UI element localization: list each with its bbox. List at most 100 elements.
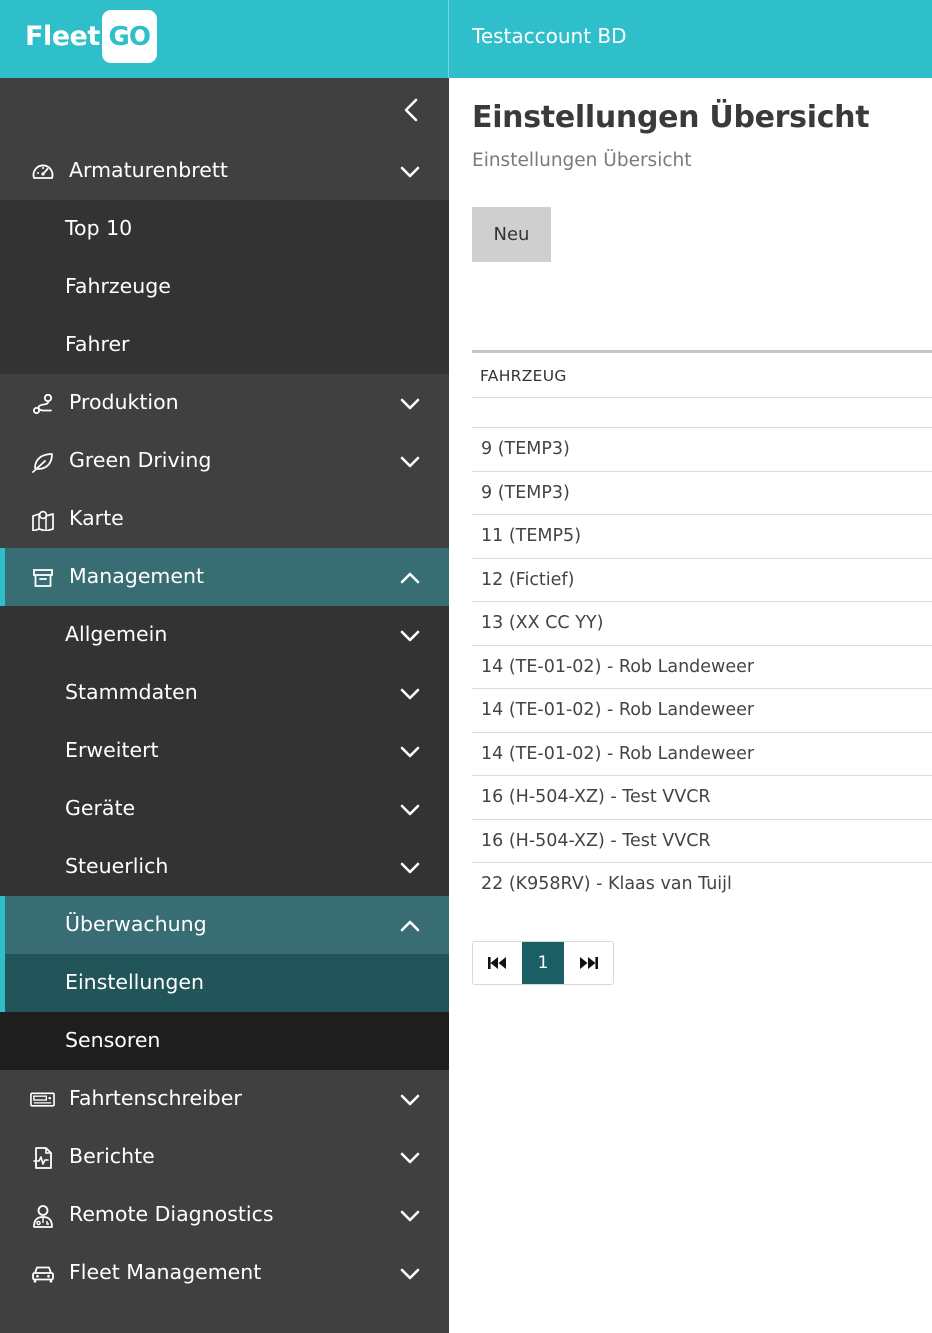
chevron-down-icon (399, 1089, 421, 1111)
table-row[interactable]: 9 (TEMP3) (472, 472, 932, 515)
route-icon (30, 391, 55, 416)
pagination: 1 (472, 941, 614, 985)
table-row[interactable]: 16 (H-504-XZ) - Test VVCR (472, 820, 932, 863)
table-row[interactable]: 9 (TEMP3) (472, 428, 932, 472)
sidebar-collapse-row (0, 78, 449, 142)
sidebar-subitem-stammdaten[interactable]: Stammdaten (0, 664, 449, 722)
sidebar-subitem-label: Steuerlich (65, 854, 169, 878)
sidebar-subitem-label: Einstellungen (65, 970, 204, 994)
vehicle-table: FAHRZEUG 9 (TEMP3) 9 (TEMP3) 11 (TEMP5) … (472, 350, 932, 907)
chevron-up-icon (399, 567, 421, 589)
leaf-icon (30, 449, 55, 474)
sidebar-subitem-einstellungen[interactable]: Einstellungen (0, 954, 449, 1012)
first-page-button[interactable] (473, 942, 522, 984)
table-row[interactable]: 16 (H-504-XZ) - Test VVCR (472, 776, 932, 820)
top-header: Fleet GO Testaccount BD (0, 0, 932, 78)
sidebar-item-label: Produktion (69, 390, 179, 414)
last-page-button[interactable] (564, 942, 613, 984)
table-cell: 9 (TEMP3) (481, 482, 570, 503)
sidebar-subitem-fahrzeuge[interactable]: Fahrzeuge (0, 258, 449, 316)
chevron-down-icon (399, 1147, 421, 1169)
table-cell: 16 (H-504-XZ) - Test VVCR (481, 787, 711, 807)
table-cell: 9 (TEMP3) (481, 439, 570, 459)
chevron-down-icon (399, 857, 421, 879)
page-number-current[interactable]: 1 (521, 942, 565, 984)
sidebar-item-produktion[interactable]: Produktion (0, 374, 449, 432)
table-header-row: FAHRZEUG (472, 353, 932, 398)
archive-icon (30, 565, 55, 590)
sidebar-subitem-label: Fahrer (65, 332, 130, 356)
page-title: Einstellungen Übersicht (472, 100, 870, 135)
table-row[interactable]: 22 (K958RV) - Klaas van Tuijl (472, 863, 932, 907)
table-cell: 16 (H-504-XZ) - Test VVCR (481, 830, 711, 851)
table-row[interactable]: 14 (TE-01-02) - Rob Landeweer (472, 689, 932, 733)
sidebar-item-label: Management (69, 564, 205, 588)
sidebar-subitem-allgemein[interactable]: Allgemein (0, 606, 449, 664)
sidebar-item-armaturenbrett[interactable]: Armaturenbrett (0, 142, 449, 200)
table-cell: 11 (TEMP5) (481, 526, 582, 546)
sidebar-subitem-sensoren[interactable]: Sensoren (0, 1012, 449, 1070)
sidebar-subitem-label: Stammdaten (65, 680, 198, 704)
sidebar-item-remote-diagnostics[interactable]: Remote Diagnostics (0, 1186, 449, 1244)
chevron-down-icon (399, 799, 421, 821)
chevron-down-icon (399, 683, 421, 705)
table-row[interactable]: 12 (Fictief) (472, 559, 932, 602)
sidebar-subitem-ueberwachung[interactable]: Überwachung (0, 896, 449, 954)
header-divider (448, 0, 449, 78)
technician-icon (30, 1203, 55, 1228)
sidebar-item-label: Berichte (69, 1144, 155, 1168)
table-row[interactable]: 13 (XX CC YY) (472, 602, 932, 646)
sidebar-item-label: Fahrtenschreiber (69, 1086, 242, 1110)
sidebar: Armaturenbrett Top 10 Fahrzeuge Fahrer P… (0, 78, 449, 1333)
sidebar-subitem-label: Top 10 (65, 216, 133, 240)
sidebar-subitem-label: Sensoren (65, 1028, 161, 1052)
last-page-icon (579, 957, 598, 969)
chevron-down-icon (399, 741, 421, 763)
sidebar-subitem-label: Geräte (65, 796, 136, 820)
sidebar-item-berichte[interactable]: Berichte (0, 1128, 449, 1186)
table-cell: 13 (XX CC YY) (481, 613, 604, 633)
report-icon (30, 1145, 55, 1170)
sidebar-subitem-top10[interactable]: Top 10 (0, 200, 449, 258)
sidebar-item-label: Green Driving (69, 448, 212, 472)
table-row[interactable]: 14 (TE-01-02) - Rob Landeweer (472, 733, 932, 776)
speedometer-icon (30, 159, 55, 184)
sidebar-collapse-button[interactable] (398, 96, 424, 124)
sidebar-subitem-label: Allgemein (65, 622, 168, 646)
sidebar-item-management[interactable]: Management (0, 548, 449, 606)
table-cell: 12 (Fictief) (481, 569, 575, 590)
sidebar-subitem-erweitert[interactable]: Erweitert (0, 722, 449, 780)
column-header-fahrzeug[interactable]: FAHRZEUG (480, 367, 567, 385)
chevron-down-icon (399, 161, 421, 183)
sidebar-subitem-steuerlich[interactable]: Steuerlich (0, 838, 449, 896)
table-row[interactable]: 14 (TE-01-02) - Rob Landeweer (472, 646, 932, 689)
sidebar-subitem-label: Erweitert (65, 738, 159, 762)
table-filter-row (472, 398, 932, 428)
logo-badge: GO (101, 10, 157, 63)
sidebar-subitem-label: Überwachung (65, 912, 207, 936)
sidebar-item-fahrtenschreiber[interactable]: Fahrtenschreiber (0, 1070, 449, 1128)
sidebar-item-fleet-management[interactable]: Fleet Management (0, 1244, 449, 1302)
chevron-down-icon (399, 451, 421, 473)
chevron-left-icon (404, 98, 418, 122)
sidebar-item-green-driving[interactable]: Green Driving (0, 432, 449, 490)
sidebar-subitem-geraete[interactable]: Geräte (0, 780, 449, 838)
table-row[interactable]: 11 (TEMP5) (472, 515, 932, 559)
fleetgo-logo[interactable]: Fleet GO (25, 10, 157, 63)
sidebar-item-karte[interactable]: Karte (0, 490, 449, 548)
sidebar-subitem-label: Fahrzeuge (65, 274, 171, 298)
sidebar-subitem-fahrer[interactable]: Fahrer (0, 316, 449, 374)
table-cell: 14 (TE-01-02) - Rob Landeweer (481, 656, 755, 677)
sidebar-item-label: Fleet Management (69, 1260, 262, 1284)
chevron-down-icon (399, 1205, 421, 1227)
chevron-down-icon (399, 1263, 421, 1285)
first-page-icon (488, 957, 507, 969)
table-cell: 14 (TE-01-02) - Rob Landeweer (481, 700, 755, 720)
sidebar-item-label: Karte (69, 506, 124, 530)
sidebar-item-label: Remote Diagnostics (69, 1202, 274, 1226)
sidebar-item-label: Armaturenbrett (69, 158, 228, 182)
map-icon (30, 507, 55, 532)
chevron-up-icon (399, 915, 421, 937)
new-button[interactable]: Neu (472, 207, 551, 262)
account-name[interactable]: Testaccount BD (472, 24, 627, 48)
